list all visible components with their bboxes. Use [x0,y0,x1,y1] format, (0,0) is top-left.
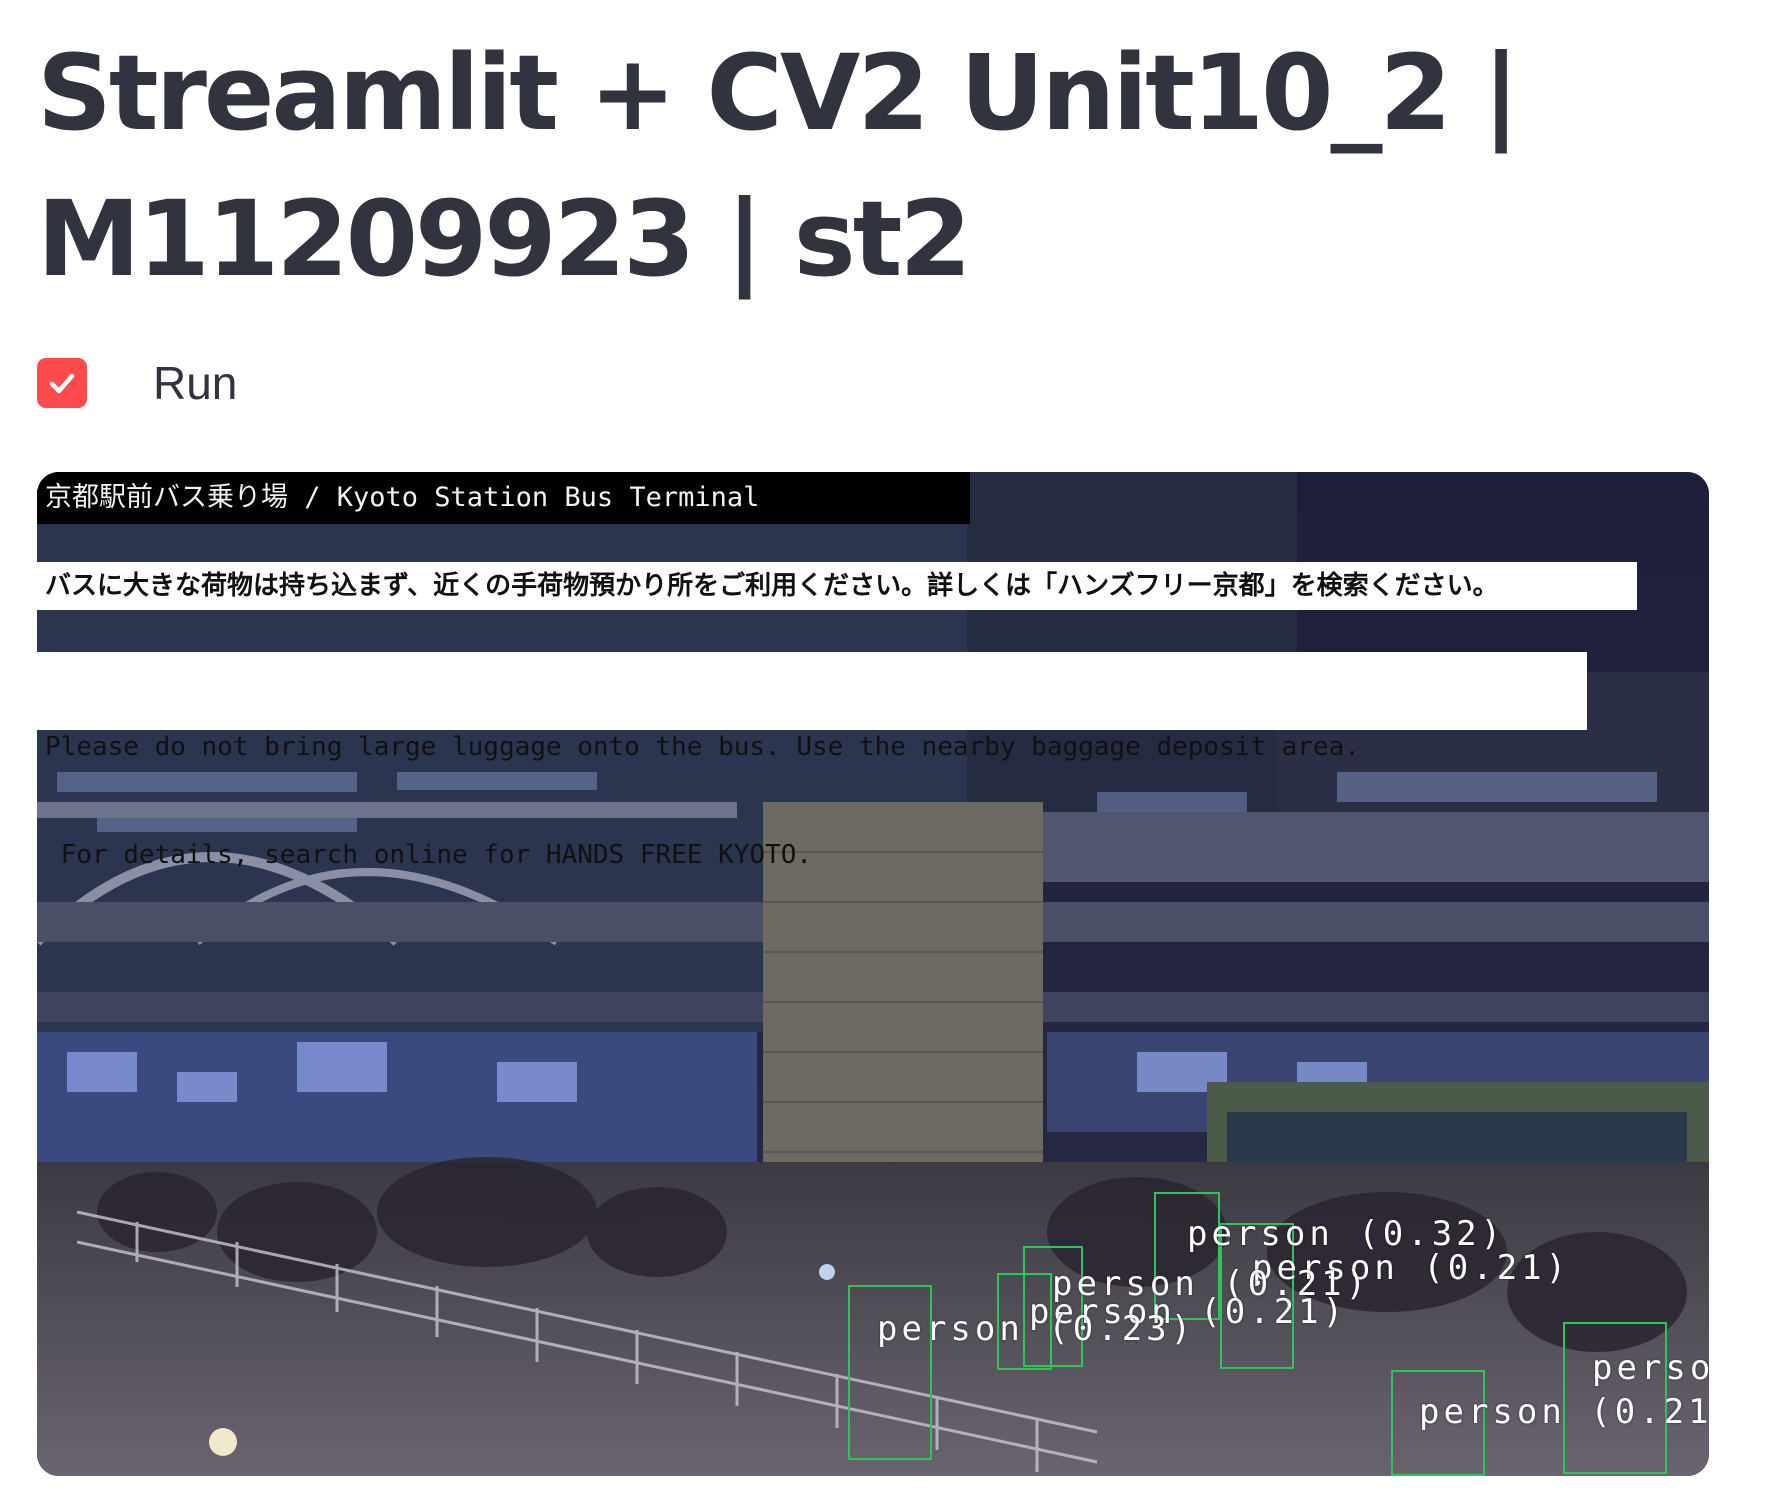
checkmark-icon [37,358,87,408]
detection-label: person (0.21) [1419,1392,1709,1432]
detection-label: person (0.23) [877,1309,1196,1349]
video-overlay-notice-en-line1: Please do not bring large luggage onto t… [45,732,1360,762]
video-overlay-notice-en: Please do not bring large luggage onto t… [37,652,1587,870]
detection-label: perso [1592,1348,1709,1388]
run-checkbox[interactable]: Run [37,357,237,409]
page-title: Streamlit + CV2 Unit10_2 | M11209923 | s… [37,32,1520,300]
video-overlay-title: 京都駅前バス乗り場 / Kyoto Station Bus Terminal [37,472,970,524]
run-checkbox-label: Run [153,357,238,409]
video-overlay-notice-jp: バスに大きな荷物は持ち込まず、近くの手荷物預かり所をご利用ください。詳しくは「ハ… [37,562,1637,610]
video-overlay-notice-en-line2: For details, search online for HANDS FRE… [45,840,813,870]
video-frame: 京都駅前バス乗り場 / Kyoto Station Bus Terminal バ… [37,472,1709,1476]
